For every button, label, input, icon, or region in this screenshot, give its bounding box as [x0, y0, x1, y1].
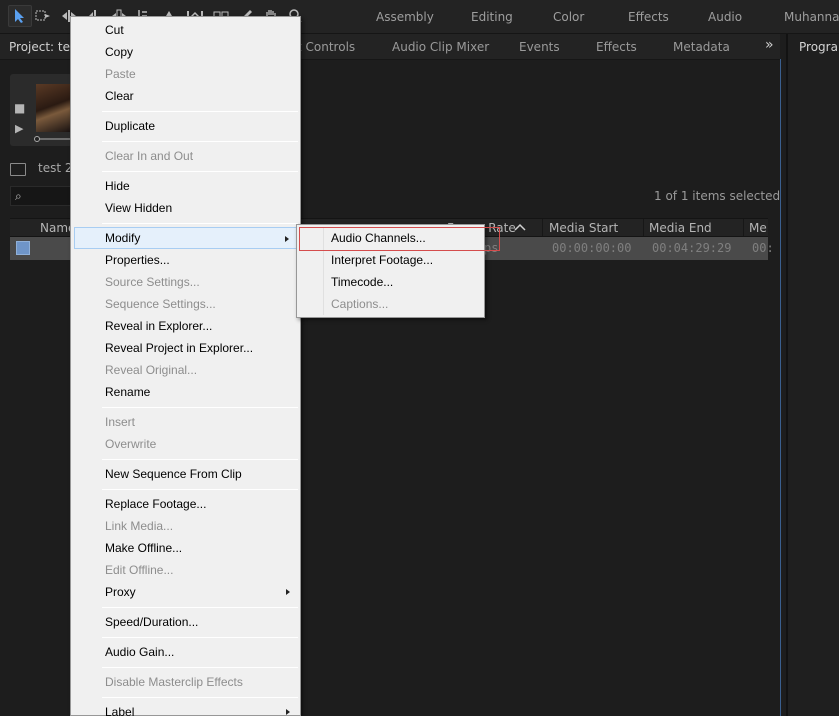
- track-select-tool-icon[interactable]: [34, 6, 52, 26]
- column-divider[interactable]: [542, 219, 543, 236]
- column-divider[interactable]: [743, 219, 744, 236]
- menu-item-make-offline[interactable]: Make Offline...: [74, 537, 298, 559]
- workspace-tab-color[interactable]: Color: [553, 10, 584, 24]
- menu-separator: [102, 407, 298, 408]
- preview-scrubber[interactable]: [36, 138, 72, 140]
- menu-separator: [102, 459, 298, 460]
- submenu-item-audio-channels[interactable]: Audio Channels...: [300, 227, 482, 249]
- menu-separator: [102, 607, 298, 608]
- menu-item-clear[interactable]: Clear: [74, 85, 298, 107]
- menu-item-proxy[interactable]: Proxy: [74, 581, 298, 603]
- menu-item-hide[interactable]: Hide: [74, 175, 298, 197]
- menu-item-label-label: Label: [105, 705, 135, 716]
- scrubber-handle[interactable]: [34, 136, 40, 142]
- tab-events[interactable]: Events: [519, 40, 560, 54]
- cell-media-start: 00:00:00:00: [552, 241, 632, 255]
- cell-media-duration: 00:: [752, 241, 774, 255]
- search-input[interactable]: ⌕: [10, 186, 72, 206]
- menu-separator: [102, 223, 298, 224]
- tab-program[interactable]: Program: [799, 40, 839, 54]
- bin-folder-icon: [10, 163, 26, 176]
- menu-item-modify-label: Modify: [105, 231, 141, 245]
- menu-separator: [102, 489, 298, 490]
- workspace-tab-effects[interactable]: Effects: [628, 10, 669, 24]
- tab-metadata[interactable]: Metadata: [673, 40, 730, 54]
- submenu-item-interpret-footage[interactable]: Interpret Footage...: [300, 249, 482, 271]
- menu-item-copy[interactable]: Copy: [74, 41, 298, 63]
- workspace-tab-assembly[interactable]: Assembly: [376, 10, 434, 24]
- menu-separator: [102, 111, 298, 112]
- camera-icon[interactable]: ■: [14, 101, 25, 115]
- menu-item-sequence-settings: Sequence Settings...: [105, 297, 216, 311]
- cell-frame-rate: ps: [484, 241, 499, 255]
- menu-item-cut[interactable]: Cut: [74, 19, 298, 41]
- sort-ascending-icon[interactable]: [514, 223, 526, 231]
- menu-item-reveal-project-in-explorer[interactable]: Reveal Project in Explorer...: [74, 337, 298, 359]
- tab-audio-clip-mixer[interactable]: Audio Clip Mixer: [392, 40, 489, 54]
- menu-item-reveal-original: Reveal Original...: [105, 363, 198, 377]
- items-selected-count: 1 of 1 items selected: [654, 189, 781, 203]
- menu-item-properties[interactable]: Properties...: [74, 249, 298, 271]
- cell-media-end: 00:04:29:29: [652, 241, 732, 255]
- menu-item-clear-in-out: Clear In and Out: [105, 149, 194, 163]
- menu-separator: [102, 667, 298, 668]
- menu-item-proxy-label: Proxy: [105, 585, 136, 599]
- menu-item-rename[interactable]: Rename: [74, 381, 298, 403]
- selection-tool-icon[interactable]: [8, 5, 32, 27]
- workspace-tab-editing[interactable]: Editing: [471, 10, 513, 24]
- menu-item-modify[interactable]: Modify: [74, 227, 298, 249]
- column-media-end[interactable]: Media End: [649, 221, 712, 235]
- more-tabs-button[interactable]: »: [765, 37, 774, 53]
- menu-separator: [102, 171, 298, 172]
- tab-effects[interactable]: Effects: [596, 40, 637, 54]
- tab-effect-controls[interactable]: t Controls: [297, 40, 355, 54]
- submenu-arrow-icon: [286, 709, 290, 715]
- column-divider[interactable]: [643, 219, 644, 236]
- menu-item-source-settings: Source Settings...: [105, 275, 200, 289]
- workspace-tab-audio[interactable]: Audio: [708, 10, 742, 24]
- submenu-arrow-icon: [286, 589, 290, 595]
- context-menu: Cut Copy Paste Clear Duplicate Clear In …: [70, 16, 301, 716]
- workspace-tab-muhannad[interactable]: Muhannad: [784, 10, 839, 24]
- clip-thumbnail: [36, 84, 72, 132]
- column-media-start[interactable]: Media Start: [549, 221, 618, 235]
- submenu-item-captions: Captions...: [331, 297, 389, 311]
- menu-separator: [102, 697, 298, 698]
- menu-item-replace-footage[interactable]: Replace Footage...: [74, 493, 298, 515]
- menu-item-label[interactable]: Label: [74, 701, 298, 716]
- column-media-duration[interactable]: Me: [749, 221, 767, 235]
- menu-separator: [102, 141, 298, 142]
- search-icon: ⌕: [15, 189, 22, 203]
- menu-separator: [102, 637, 298, 638]
- menu-item-duplicate[interactable]: Duplicate: [74, 115, 298, 137]
- menu-item-reveal-in-explorer[interactable]: Reveal in Explorer...: [74, 315, 298, 337]
- menu-item-paste: Paste: [105, 67, 136, 81]
- menu-item-insert: Insert: [105, 415, 136, 429]
- modify-submenu: Audio Channels... Interpret Footage... T…: [296, 224, 500, 318]
- menu-item-speed-duration[interactable]: Speed/Duration...: [74, 611, 298, 633]
- submenu-arrow-icon: [285, 236, 289, 242]
- label-color-swatch[interactable]: [16, 241, 30, 255]
- menu-item-link-media: Link Media...: [105, 519, 174, 533]
- program-monitor-panel: Program: [786, 34, 839, 716]
- menu-item-view-hidden[interactable]: View Hidden: [74, 197, 298, 219]
- submenu-item-timecode[interactable]: Timecode...: [300, 271, 482, 293]
- menu-item-disable-masterclip-effects: Disable Masterclip Effects: [105, 675, 243, 689]
- menu-item-edit-offline: Edit Offline...: [105, 563, 174, 577]
- menu-item-overwrite: Overwrite: [105, 437, 157, 451]
- menu-item-audio-gain[interactable]: Audio Gain...: [74, 641, 298, 663]
- menu-item-new-sequence-from-clip[interactable]: New Sequence From Clip: [74, 463, 298, 485]
- play-icon[interactable]: ▶: [15, 122, 23, 135]
